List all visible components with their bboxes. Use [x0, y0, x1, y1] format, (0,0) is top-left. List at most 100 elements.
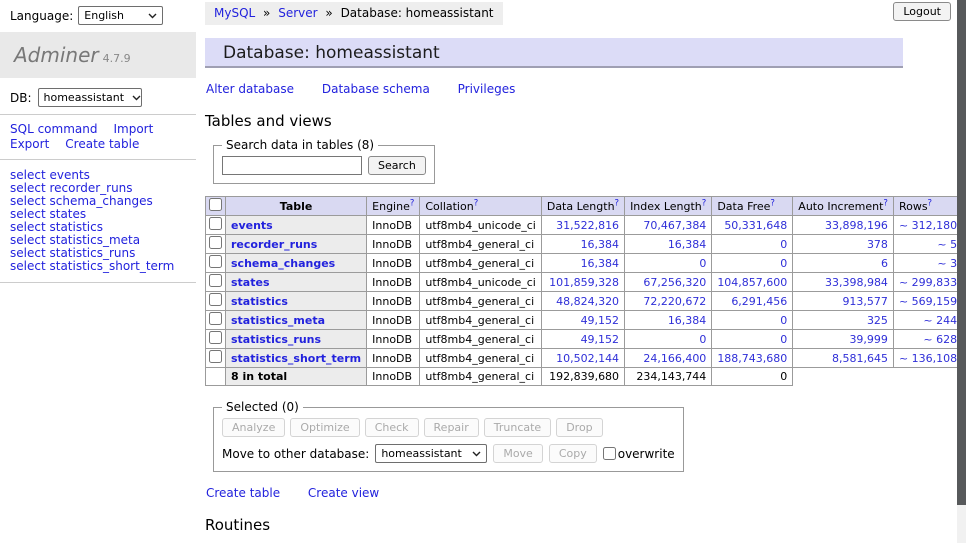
table-name-link[interactable]: states	[231, 276, 270, 289]
data-free-link[interactable]: 0	[780, 333, 787, 346]
data-free-link[interactable]: 0	[780, 257, 787, 270]
data-length-link[interactable]: 31,522,816	[556, 219, 619, 232]
sidebar-select-link[interactable]: select	[10, 259, 46, 273]
column-help-link[interactable]: ?	[702, 198, 707, 208]
data-free-link[interactable]: 104,857,600	[717, 276, 787, 289]
database-schema-link[interactable]: Database schema	[322, 82, 430, 96]
breadcrumb-link-server[interactable]: Server	[278, 6, 317, 20]
select-all-checkbox[interactable]	[209, 198, 222, 211]
search-input[interactable]	[222, 156, 362, 175]
row-checkbox[interactable]	[209, 217, 222, 230]
sidebar-link-export[interactable]: Export	[10, 137, 49, 151]
data-free-link[interactable]: 0	[780, 238, 787, 251]
row-checkbox[interactable]	[209, 255, 222, 268]
index-length-link[interactable]: 16,384	[668, 238, 707, 251]
index-length-link[interactable]: 70,467,384	[643, 219, 706, 232]
data-free-link[interactable]: 6,291,456	[731, 295, 787, 308]
auto-increment-link[interactable]: 33,398,984	[825, 276, 888, 289]
sidebar-table-link[interactable]: states	[49, 207, 86, 221]
check-button[interactable]: Check	[365, 418, 419, 437]
breadcrumb-link-mysql[interactable]: MySQL	[214, 6, 255, 20]
sidebar-select-link[interactable]: select	[10, 220, 46, 234]
truncate-button[interactable]: Truncate	[484, 418, 551, 437]
rows-link[interactable]: ~ 628	[923, 333, 957, 346]
sidebar-select-link[interactable]: select	[10, 207, 46, 221]
sidebar-table-link[interactable]: schema_changes	[49, 194, 152, 208]
rows-link[interactable]: ~ 5	[937, 238, 957, 251]
rows-link[interactable]: ~ 244	[923, 314, 957, 327]
rows-link[interactable]: ~ 136,108	[899, 352, 957, 365]
index-length-link[interactable]: 0	[699, 333, 706, 346]
data-length-link[interactable]: 49,152	[581, 314, 620, 327]
overwrite-checkbox[interactable]	[603, 447, 616, 460]
rows-link[interactable]: ~ 312,180	[899, 219, 957, 232]
sidebar-link-sql-command[interactable]: SQL command	[10, 122, 97, 136]
row-checkbox[interactable]	[209, 350, 222, 363]
index-length-link[interactable]: 72,220,672	[643, 295, 706, 308]
table-name-link[interactable]: statistics_runs	[231, 333, 321, 346]
data-length-link[interactable]: 101,859,328	[549, 276, 619, 289]
sidebar-select-link[interactable]: select	[10, 168, 46, 182]
copy-button[interactable]: Copy	[549, 444, 597, 463]
create-view-link[interactable]: Create view	[308, 486, 379, 500]
column-help-link[interactable]: ?	[615, 198, 620, 208]
logout-button[interactable]: Logout	[893, 2, 951, 21]
drop-button[interactable]: Drop	[556, 418, 602, 437]
index-length-link[interactable]: 24,166,400	[643, 352, 706, 365]
privileges-link[interactable]: Privileges	[458, 82, 516, 96]
row-checkbox[interactable]	[209, 312, 222, 325]
rows-link[interactable]: ~ 569,159	[899, 295, 957, 308]
table-name-link[interactable]: statistics	[231, 295, 288, 308]
row-checkbox[interactable]	[209, 293, 222, 306]
move-button[interactable]: Move	[493, 444, 543, 463]
row-checkbox[interactable]	[209, 331, 222, 344]
sidebar-table-link[interactable]: events	[49, 168, 89, 182]
sidebar-select-link[interactable]: select	[10, 233, 46, 247]
db-select[interactable]: homeassistant	[38, 88, 142, 107]
column-help-link[interactable]: ?	[883, 198, 888, 208]
data-length-link[interactable]: 48,824,320	[556, 295, 619, 308]
alter-database-link[interactable]: Alter database	[206, 82, 294, 96]
auto-increment-link[interactable]: 39,999	[849, 333, 888, 346]
analyze-button[interactable]: Analyze	[222, 418, 285, 437]
auto-increment-link[interactable]: 8,581,645	[832, 352, 888, 365]
column-help-link[interactable]: ?	[928, 198, 933, 208]
rows-link[interactable]: ~ 3	[937, 257, 957, 270]
index-length-link[interactable]: 0	[699, 257, 706, 270]
sidebar-link-import[interactable]: Import	[113, 122, 153, 136]
row-checkbox[interactable]	[209, 236, 222, 249]
search-button[interactable]: Search	[368, 156, 426, 175]
data-length-link[interactable]: 49,152	[581, 333, 620, 346]
column-help-link[interactable]: ?	[474, 198, 479, 208]
table-name-link[interactable]: schema_changes	[231, 257, 335, 270]
sidebar-select-link[interactable]: select	[10, 194, 46, 208]
column-help-link[interactable]: ?	[410, 198, 415, 208]
sidebar-select-link[interactable]: select	[10, 181, 46, 195]
table-name-link[interactable]: statistics_short_term	[231, 352, 361, 365]
auto-increment-link[interactable]: 325	[867, 314, 888, 327]
sidebar-select-link[interactable]: select	[10, 246, 46, 260]
data-free-link[interactable]: 50,331,648	[724, 219, 787, 232]
language-select[interactable]: English	[78, 6, 163, 25]
sidebar-table-link[interactable]: statistics_short_term	[49, 259, 174, 273]
scrollbar-thumb[interactable]	[957, 0, 966, 505]
rows-link[interactable]: ~ 299,833	[899, 276, 957, 289]
repair-button[interactable]: Repair	[424, 418, 479, 437]
move-database-select[interactable]: homeassistant	[375, 444, 487, 463]
auto-increment-link[interactable]: 913,577	[842, 295, 888, 308]
auto-increment-link[interactable]: 33,898,196	[825, 219, 888, 232]
optimize-button[interactable]: Optimize	[290, 418, 359, 437]
row-checkbox[interactable]	[209, 274, 222, 287]
sidebar-table-link[interactable]: statistics	[49, 220, 103, 234]
sidebar-table-link[interactable]: statistics_runs	[49, 246, 135, 260]
data-length-link[interactable]: 16,384	[581, 238, 620, 251]
auto-increment-link[interactable]: 378	[867, 238, 888, 251]
sidebar-table-link[interactable]: statistics_meta	[49, 233, 140, 247]
table-name-link[interactable]: statistics_meta	[231, 314, 325, 327]
data-length-link[interactable]: 10,502,144	[556, 352, 619, 365]
column-help-link[interactable]: ?	[770, 198, 775, 208]
index-length-link[interactable]: 16,384	[668, 314, 707, 327]
data-free-link[interactable]: 188,743,680	[717, 352, 787, 365]
index-length-link[interactable]: 67,256,320	[643, 276, 706, 289]
data-length-link[interactable]: 16,384	[581, 257, 620, 270]
